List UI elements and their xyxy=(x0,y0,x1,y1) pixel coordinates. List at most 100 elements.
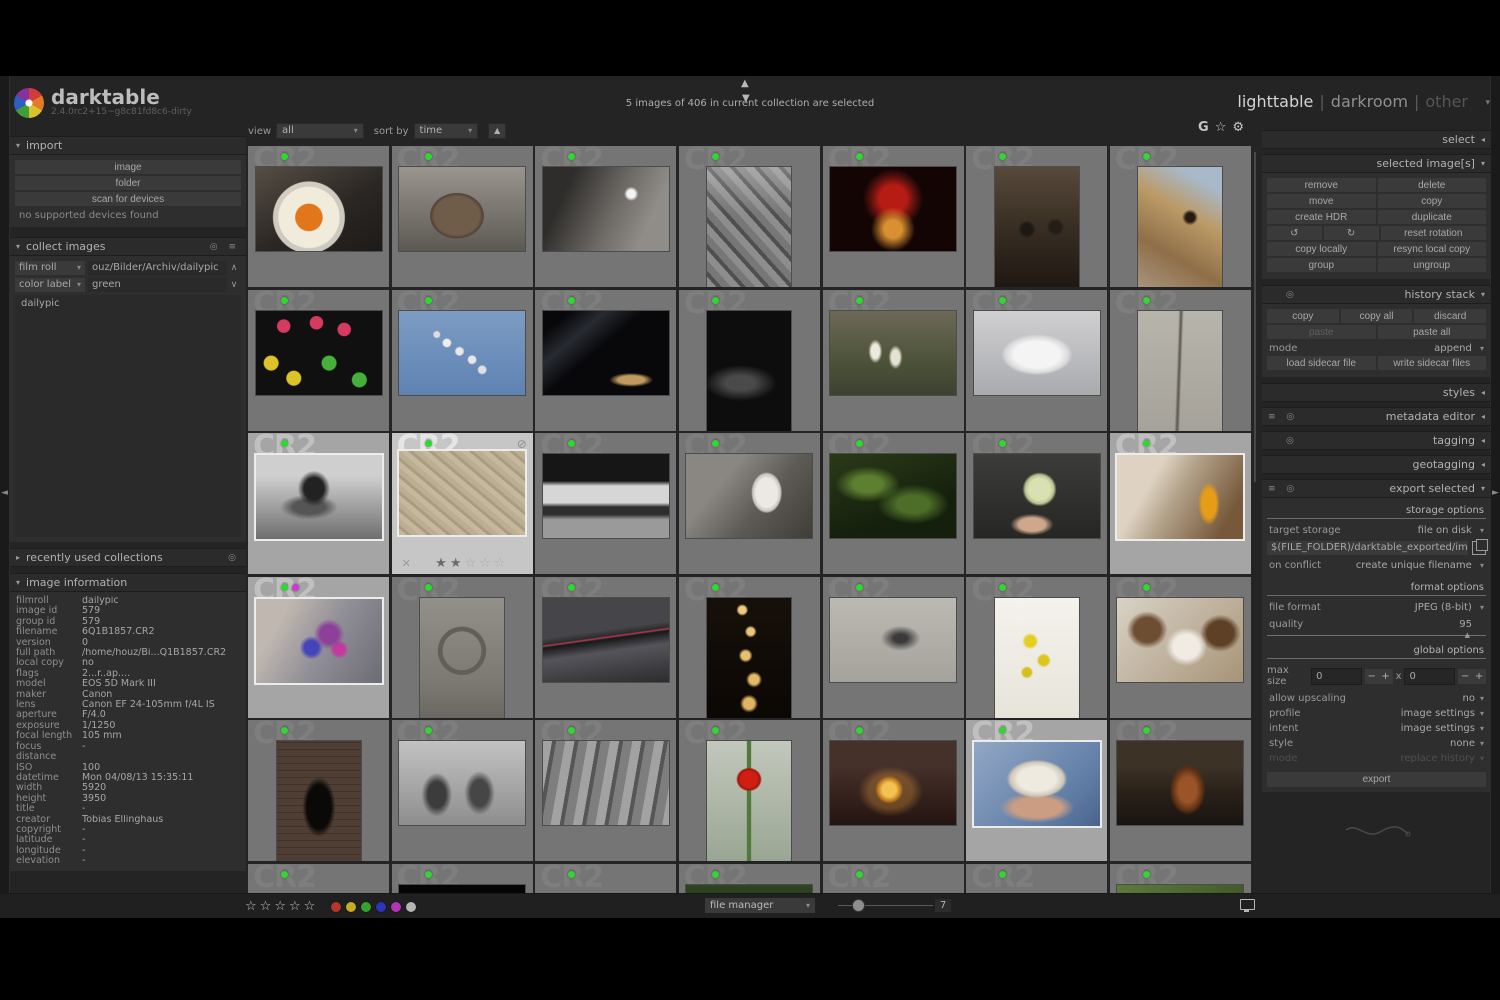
group-button[interactable]: group xyxy=(1267,258,1376,272)
grid-cell[interactable]: CR2 xyxy=(679,577,820,718)
star-icon[interactable]: ☆ xyxy=(245,899,260,914)
photo-thumbnail[interactable] xyxy=(829,310,957,396)
star-icon[interactable]: ☆ xyxy=(289,899,304,914)
grid-cell[interactable]: CR2 xyxy=(248,577,389,718)
section-select-header[interactable]: select ◂ xyxy=(1262,130,1491,149)
copy-button[interactable]: copy xyxy=(1378,194,1487,208)
photo-thumbnail[interactable] xyxy=(254,597,384,685)
photo-thumbnail[interactable] xyxy=(1116,597,1244,683)
zoom-slider-knob[interactable] xyxy=(852,899,865,912)
on-conflict-row[interactable]: on conflict create unique filename ▾ xyxy=(1267,558,1486,573)
section-metadata-editor-header[interactable]: ≡ ◎ metadata editor ◂ xyxy=(1262,407,1491,426)
sort-direction-button[interactable]: ▲ xyxy=(488,123,506,139)
grid-cell[interactable]: CR2 xyxy=(1110,577,1251,718)
presets-and-reset-icons[interactable]: ≡ ◎ xyxy=(1268,412,1298,422)
collapse-right-panel-arrow[interactable]: ► xyxy=(1492,488,1499,498)
rule-options-icon[interactable]: ∧ xyxy=(227,263,241,273)
display-profile-icon[interactable] xyxy=(1240,899,1255,910)
grid-cell[interactable]: CR2 xyxy=(248,290,389,431)
photo-thumbnail[interactable] xyxy=(829,453,957,539)
import-image-button[interactable]: image xyxy=(15,160,241,174)
grid-cell[interactable]: CR2⊘✕★★☆☆☆ xyxy=(392,433,533,574)
grid-cell[interactable]: CR2 xyxy=(679,864,820,894)
photo-thumbnail[interactable] xyxy=(972,740,1102,828)
reject-icon[interactable]: ✕ xyxy=(402,557,411,570)
section-styles-header[interactable]: styles ◂ xyxy=(1262,383,1491,402)
rule-field-select[interactable]: color label ▾ xyxy=(15,278,85,292)
color-label-button[interactable] xyxy=(330,901,342,913)
grid-cell[interactable]: CR2 xyxy=(1110,433,1251,574)
profile-row[interactable]: profileimage settings▾ xyxy=(1267,706,1486,721)
section-selected-images-header[interactable]: selected image[s] ▾ xyxy=(1262,154,1491,173)
rating-stars-control[interactable]: ☆☆☆☆☆ xyxy=(245,899,318,914)
ungroup-button[interactable]: ungroup xyxy=(1378,258,1487,272)
grid-cell[interactable]: CR2 xyxy=(392,146,533,287)
write-sidecar-files-button[interactable]: write sidecar files xyxy=(1378,356,1487,370)
grid-cell[interactable]: CR2 xyxy=(392,290,533,431)
grid-cell[interactable]: CR2 xyxy=(679,146,820,287)
photo-thumbnail[interactable] xyxy=(706,740,792,861)
grid-cell[interactable]: CR2 xyxy=(535,146,676,287)
filename-variables-icon[interactable] xyxy=(1472,541,1486,555)
photo-thumbnail[interactable] xyxy=(706,597,792,718)
resync-local-copy-button[interactable]: resync local copy xyxy=(1378,242,1487,256)
import-folder-button[interactable]: folder xyxy=(15,176,241,190)
remove-button[interactable]: remove xyxy=(1267,178,1376,192)
grid-cell[interactable]: CR2 xyxy=(248,864,389,894)
grid-cell[interactable]: CR2 xyxy=(823,720,964,861)
rule-field-select[interactable]: film roll ▾ xyxy=(15,261,85,275)
grid-cell[interactable]: CR2 xyxy=(392,720,533,861)
width-stepper[interactable]: −+ xyxy=(1365,669,1393,684)
photo-thumbnail[interactable] xyxy=(254,453,384,541)
rotate-icon-button[interactable]: ↻ xyxy=(1324,226,1379,240)
grid-cell[interactable]: CR2 xyxy=(1110,720,1251,861)
grid-cell[interactable]: CR2 xyxy=(535,864,676,894)
presets-icon[interactable]: ◎ xyxy=(228,553,240,563)
section-export-selected-header[interactable]: ≡ ◎ export selected ▾ xyxy=(1262,479,1491,498)
grid-cell[interactable]: CR2 xyxy=(679,290,820,431)
mode-tab-darkroom[interactable]: darkroom xyxy=(1331,92,1408,111)
photo-thumbnail[interactable] xyxy=(973,453,1101,539)
photo-thumbnail[interactable] xyxy=(542,453,670,539)
move-button[interactable]: move xyxy=(1267,194,1376,208)
mode-row[interactable]: modereplace history▾ xyxy=(1267,751,1486,766)
photo-thumbnail[interactable] xyxy=(685,453,813,539)
photo-thumbnail[interactable] xyxy=(685,884,813,894)
grid-cell[interactable]: CR2 xyxy=(392,577,533,718)
history-mode-row[interactable]: mode append ▾ xyxy=(1267,341,1486,356)
grid-cell[interactable]: CR2 xyxy=(1110,290,1251,431)
photo-thumbnail[interactable] xyxy=(1116,884,1244,894)
photo-thumbnail[interactable] xyxy=(397,449,527,537)
file-format-row[interactable]: file format JPEG (8-bit) ▾ xyxy=(1267,600,1486,615)
grid-cell[interactable]: CR2 xyxy=(823,864,964,894)
photo-thumbnail[interactable] xyxy=(706,166,792,287)
rotate-icon-button[interactable]: ↺ xyxy=(1267,226,1322,240)
color-label-button[interactable] xyxy=(390,901,402,913)
zoom-slider[interactable] xyxy=(838,905,933,906)
paste-all-button[interactable]: paste all xyxy=(1378,325,1487,339)
photo-thumbnail[interactable] xyxy=(1137,310,1223,431)
preferences-gear-icon[interactable]: ⚙ xyxy=(1232,120,1250,135)
grid-cell[interactable]: CR2 xyxy=(679,720,820,861)
section-collect-header[interactable]: ▾ collect images ◎ ≡ xyxy=(10,237,246,256)
create-hdr-button[interactable]: create HDR xyxy=(1267,210,1376,224)
grid-cell[interactable]: CR2 xyxy=(535,433,676,574)
grid-cell[interactable]: CR2 xyxy=(966,720,1107,861)
grid-scrollbar[interactable] xyxy=(1254,152,1256,482)
grid-cell[interactable]: CR2 xyxy=(966,146,1107,287)
photo-thumbnail[interactable] xyxy=(829,166,957,252)
import-scan-for-devices-button[interactable]: scan for devices xyxy=(15,192,241,206)
intent-row[interactable]: intentimage settings▾ xyxy=(1267,721,1486,736)
style-row[interactable]: stylenone▾ xyxy=(1267,736,1486,751)
thumbnail-stars[interactable]: ★★☆☆☆ xyxy=(411,556,533,571)
grid-cell[interactable]: CR2 xyxy=(823,146,964,287)
photo-thumbnail[interactable] xyxy=(398,166,526,252)
target-storage-row[interactable]: target storage file on disk ▾ xyxy=(1267,523,1486,538)
group-toggle-icon[interactable]: ⊘ xyxy=(517,437,527,451)
section-geotagging-header[interactable]: geotagging ◂ xyxy=(1262,455,1491,474)
star-icon[interactable]: ★ xyxy=(450,556,465,571)
grid-cell[interactable]: CR2 xyxy=(823,433,964,574)
collapse-bottom-panel-arrow[interactable]: ▼ xyxy=(742,93,750,104)
grid-cell[interactable]: CR2 xyxy=(248,433,389,574)
photo-thumbnail[interactable] xyxy=(994,166,1080,287)
